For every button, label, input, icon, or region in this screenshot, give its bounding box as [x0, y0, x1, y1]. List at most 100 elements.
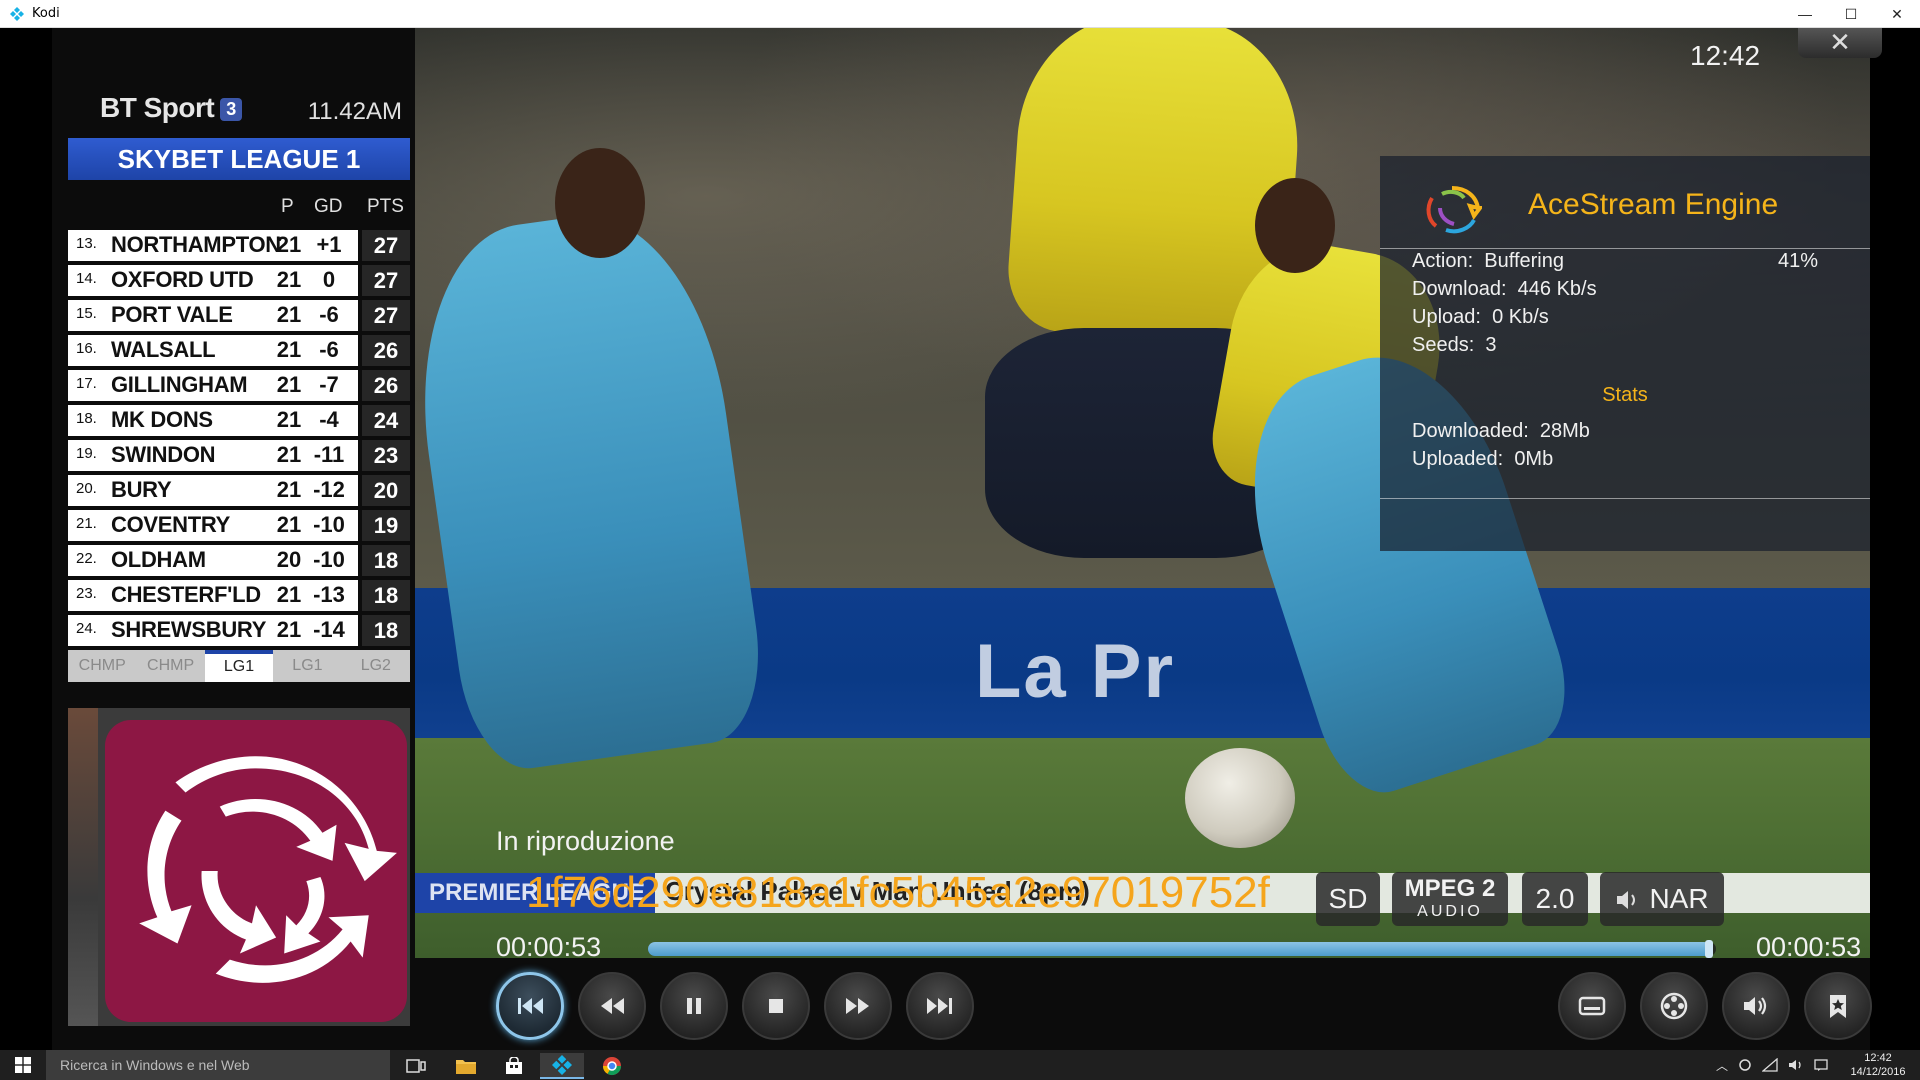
league-header: BT Sport 3 11.42AM	[68, 68, 410, 125]
ace-action-value: Buffering	[1484, 250, 1564, 272]
team-name: CHESTERF'LD	[111, 582, 261, 607]
fast-forward-button[interactable]	[824, 972, 892, 1040]
volume-icon	[1744, 997, 1767, 1015]
minimize-button[interactable]: —	[1782, 0, 1828, 28]
team-cell: 24. SHREWSBURY 21 -14	[68, 615, 358, 646]
taskbar-search-box[interactable]: Ricerca in Windows e nel Web	[46, 1050, 390, 1080]
film-reel-icon	[1660, 992, 1688, 1020]
volume-tray-icon[interactable]	[1788, 1058, 1804, 1072]
skip-forward-button[interactable]	[906, 972, 974, 1040]
player-yellow-right-head	[1255, 178, 1335, 273]
file-explorer-button[interactable]	[444, 1053, 488, 1079]
team-name: COVENTRY	[111, 512, 231, 537]
team-points: 24	[362, 405, 410, 436]
team-name: OXFORD UTD	[111, 267, 254, 292]
stop-button[interactable]	[742, 972, 810, 1040]
seek-bar-handle[interactable]	[1704, 940, 1713, 958]
team-points: 18	[362, 580, 410, 611]
team-cell: 16. WALSALL 21 -6	[68, 335, 358, 366]
team-cell: 17. GILLINGHAM 21 -7	[68, 370, 358, 401]
team-points: 19	[362, 510, 410, 541]
store-button[interactable]	[492, 1053, 536, 1079]
chrome-taskbar-button[interactable]	[590, 1053, 634, 1079]
team-goal-difference: -11	[313, 442, 345, 467]
windows-taskbar: Ricerca in Windows e nel Web ︿ 12:42 14/…	[0, 1050, 1920, 1080]
team-cell: 18. MK DONS 21 -4	[68, 405, 358, 436]
skip-back-button[interactable]	[496, 972, 564, 1040]
league-tab[interactable]: LG1	[204, 650, 274, 682]
team-cell: 23. CHESTERF'LD 21 -13	[68, 580, 358, 611]
football	[1185, 748, 1295, 848]
video-letterbox-left	[0, 28, 52, 1050]
team-name: PORT VALE	[111, 302, 233, 327]
ace-seeds-line: Seeds: 3	[1412, 334, 1497, 357]
acestream-divider-bottom	[1380, 498, 1870, 499]
audio-codec-name: MPEG 2	[1404, 875, 1496, 902]
rewind-icon	[601, 998, 624, 1014]
team-name: MK DONS	[111, 407, 213, 432]
addon-thumbnail	[68, 708, 410, 1026]
table-row: 24. SHREWSBURY 21 -14 18	[68, 613, 410, 648]
thumbnail-edge	[68, 708, 98, 1026]
network-icon[interactable]	[1762, 1058, 1778, 1072]
subtitles-button[interactable]	[1558, 972, 1626, 1040]
osd-clock: 12:42	[1690, 40, 1761, 71]
pause-button[interactable]	[660, 972, 728, 1040]
task-view-button[interactable]	[394, 1053, 438, 1079]
league-column-headers: P GD PTS	[68, 196, 410, 220]
table-row: 19. SWINDON 21 -11 23	[68, 438, 410, 473]
acestream-arrows-icon	[139, 756, 397, 983]
team-goal-difference: -10	[313, 547, 345, 572]
audio-codec-badge: MPEG 2 AUDIO	[1392, 872, 1508, 926]
bookmark-button[interactable]	[1804, 972, 1872, 1040]
rewind-button[interactable]	[578, 972, 646, 1040]
osd-close-button[interactable]: ✕	[1798, 28, 1882, 58]
video-settings-button[interactable]	[1640, 972, 1708, 1040]
team-played: 21	[276, 582, 302, 607]
league-banner: SKYBET LEAGUE 1	[68, 138, 410, 180]
start-button[interactable]	[0, 1050, 46, 1080]
skip-previous-icon	[518, 998, 543, 1014]
team-played: 21	[276, 512, 302, 537]
acestream-logo-icon	[1426, 186, 1482, 234]
ace-downloaded-value: 28Mb	[1539, 420, 1590, 442]
table-row: 21. COVENTRY 21 -10 19	[68, 508, 410, 543]
team-cell: 13. NORTHAMPTON 21 +1	[68, 230, 358, 261]
table-row: 13. NORTHAMPTON 21 +1 27	[68, 228, 410, 263]
team-points: 27	[362, 300, 410, 331]
ace-download-value: 446 Kb/s	[1517, 278, 1597, 300]
team-played: 21	[276, 337, 302, 362]
tray-app-icon[interactable]	[1738, 1058, 1752, 1072]
team-goal-difference: -13	[313, 582, 345, 607]
system-tray: ︿	[1716, 1050, 1828, 1080]
league-tab[interactable]: LG1	[273, 650, 341, 682]
team-points: 27	[362, 265, 410, 296]
table-row: 15. PORT VALE 21 -6 27	[68, 298, 410, 333]
league-tab[interactable]: CHMP	[136, 650, 204, 682]
team-position: 19.	[76, 445, 97, 462]
system-clock[interactable]: 12:42 14/12/2016	[1838, 1051, 1918, 1079]
close-window-button[interactable]: ✕	[1874, 0, 1920, 28]
team-name: SHREWSBURY	[111, 617, 267, 642]
team-goal-difference: -7	[319, 372, 339, 397]
team-played: 21	[276, 617, 302, 642]
kodi-taskbar-button[interactable]	[540, 1053, 584, 1079]
league-tab[interactable]: CHMP	[68, 650, 136, 682]
team-position: 21.	[76, 515, 97, 532]
audio-language-badge: NAR	[1600, 872, 1724, 926]
skip-next-icon	[927, 998, 952, 1014]
team-cell: 15. PORT VALE 21 -6	[68, 300, 358, 331]
stop-icon	[769, 999, 783, 1013]
seek-bar[interactable]	[648, 940, 1716, 958]
team-position: 22.	[76, 550, 97, 567]
team-points: 18	[362, 615, 410, 646]
team-position: 18.	[76, 410, 97, 427]
tray-expand-chevron-icon[interactable]: ︿	[1716, 1057, 1728, 1074]
channel-number: 3	[220, 98, 242, 122]
audio-settings-button[interactable]	[1722, 972, 1790, 1040]
maximize-icon: ☐	[1844, 5, 1858, 22]
team-points: 26	[362, 335, 410, 366]
maximize-button[interactable]: ☐	[1828, 0, 1874, 28]
league-tab[interactable]: LG2	[342, 650, 410, 682]
notifications-icon[interactable]	[1814, 1058, 1828, 1072]
